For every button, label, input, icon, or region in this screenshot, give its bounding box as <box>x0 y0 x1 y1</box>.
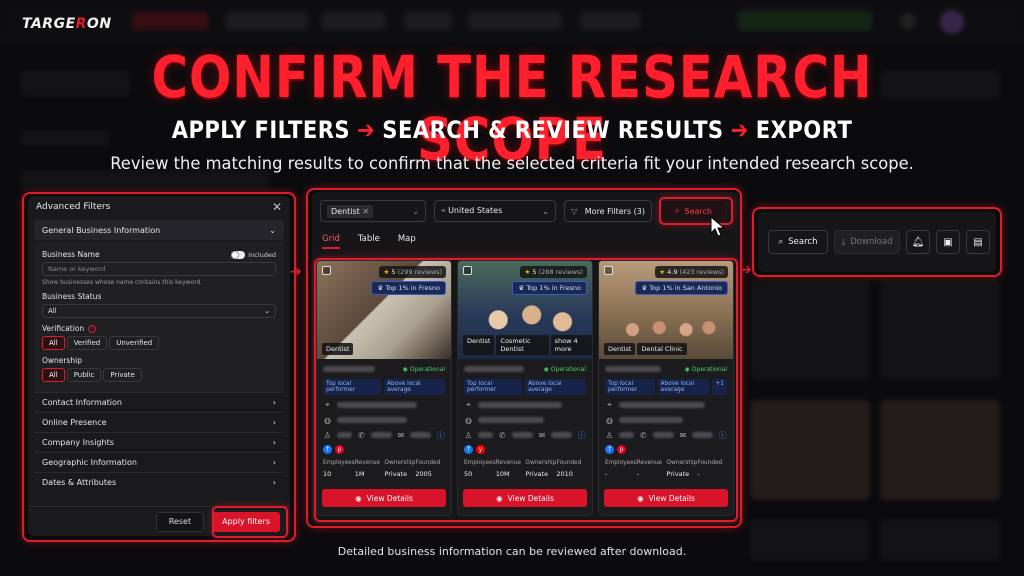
background-photo <box>750 400 870 500</box>
background-card <box>880 280 1000 380</box>
background-nav-item <box>322 12 386 30</box>
flow-arrow-icon: ➔ <box>290 264 302 280</box>
arrow-icon: ➔ <box>357 116 376 144</box>
highlight-cards <box>314 258 738 522</box>
background-gear-icon <box>900 13 916 29</box>
background-photo <box>880 400 1000 500</box>
arrow-icon: ➔ <box>730 116 749 144</box>
background-nav-item <box>226 12 308 30</box>
app-logo: TARGERON <box>22 16 112 32</box>
steps-line: APPLY FILTERS ➔ SEARCH & REVIEW RESULTS ➔ EX… <box>61 116 962 144</box>
headline-text: CONFIRM THE RESEARCH SCOPE <box>151 43 873 173</box>
step-apply-filters: APPLY FILTERS <box>171 116 351 144</box>
step-search-review: SEARCH & REVIEW RESULTS <box>382 116 724 144</box>
background-nav-item <box>580 12 640 30</box>
background-nav-item <box>468 12 562 30</box>
headline: CONFIRM THE RESEARCH SCOPE <box>0 46 1024 170</box>
highlight-actions <box>752 207 1002 277</box>
step-export: EXPORT <box>755 116 853 144</box>
background-status <box>738 11 872 31</box>
background-nav-item <box>132 12 208 30</box>
flow-arrow-icon: ➔ <box>740 262 752 278</box>
background-card <box>750 280 870 380</box>
mouse-cursor-icon <box>710 216 726 237</box>
subline: Review the matching results to confirm t… <box>110 154 914 174</box>
highlight-apply-button <box>212 506 288 538</box>
highlight-filters <box>22 192 296 542</box>
footnote: Detailed business information can be rev… <box>337 545 687 558</box>
background-nav-item <box>404 12 452 30</box>
background-avatar <box>940 10 964 34</box>
